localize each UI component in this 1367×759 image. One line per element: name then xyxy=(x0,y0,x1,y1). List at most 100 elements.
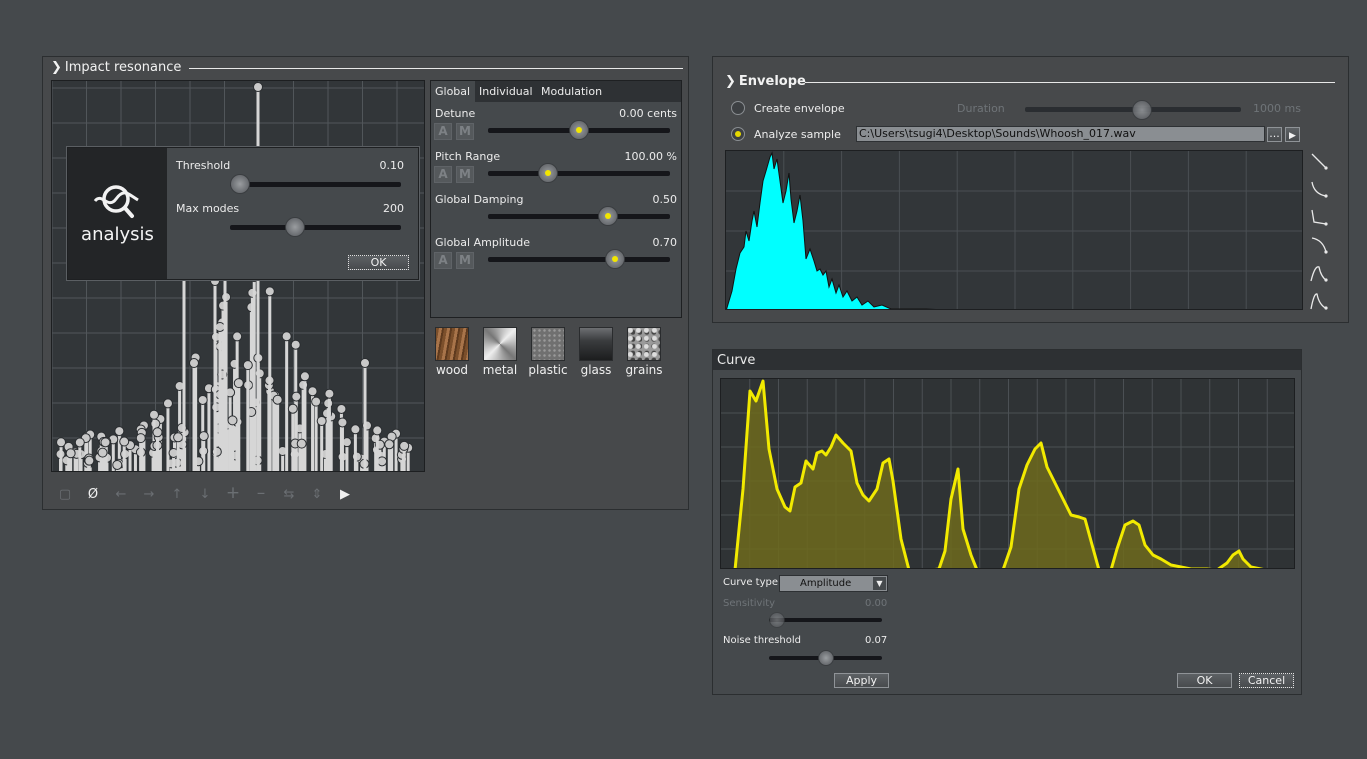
linear-decay-icon[interactable] xyxy=(1309,151,1329,171)
duration-slider-knob[interactable] xyxy=(1131,100,1152,120)
noise-threshold-slider-knob[interactable] xyxy=(817,650,834,666)
play-sample-button[interactable]: ▶ xyxy=(1285,127,1300,142)
mode-head xyxy=(214,321,225,332)
slow-decay-icon[interactable] xyxy=(1309,235,1329,255)
param-value: 0.70 xyxy=(652,236,678,249)
material-plastic-button[interactable]: plastic xyxy=(526,327,570,377)
global-params-box: Global Individual Modulation Detune 0.00 … xyxy=(430,80,682,318)
param-slider-knob[interactable] xyxy=(605,249,626,269)
max-modes-track[interactable] xyxy=(230,225,401,230)
duration-value: 1000 ms xyxy=(1253,102,1301,115)
analysis-dialog: analysis Threshold 0.10 Max modes 200 OK xyxy=(67,147,419,280)
param-track[interactable] xyxy=(488,171,670,176)
modulation-m-button[interactable]: M xyxy=(456,252,474,269)
sensitivity-value: 0.00 xyxy=(865,598,888,609)
param-track[interactable] xyxy=(488,214,670,219)
threshold-label: Threshold xyxy=(176,159,231,172)
mode-head xyxy=(65,448,76,459)
param-track[interactable] xyxy=(488,257,670,262)
mode-head xyxy=(290,339,301,350)
param-value: 0.50 xyxy=(652,193,678,206)
max-modes-slider-knob[interactable] xyxy=(284,217,305,237)
plus-icon[interactable]: + xyxy=(225,483,241,503)
edit-icon[interactable]: ▢ xyxy=(57,487,73,502)
mode-head xyxy=(149,409,160,420)
mode-head xyxy=(287,403,298,414)
envelope-graph[interactable] xyxy=(725,150,1303,310)
attack-decay-icon[interactable] xyxy=(1309,263,1329,283)
minus-icon[interactable]: – xyxy=(253,483,269,503)
curve-type-label: Curve type xyxy=(723,577,779,588)
curve-type-select[interactable]: Amplitude ▼ xyxy=(779,575,888,592)
envelope-panel: ❯ Envelope Create envelope Duration 1000… xyxy=(712,56,1349,323)
no-selection-icon[interactable]: Ø xyxy=(85,487,101,502)
mode-head xyxy=(399,440,410,451)
apply-button[interactable]: Apply xyxy=(834,673,889,688)
fast-decay-icon[interactable] xyxy=(1309,207,1329,227)
param-slider-knob[interactable] xyxy=(598,206,619,226)
mode-head xyxy=(189,358,199,369)
mode-head xyxy=(316,416,327,427)
play-icon[interactable]: ▶ xyxy=(337,487,353,502)
analysis-ok-button[interactable]: OK xyxy=(348,255,409,270)
mode-head xyxy=(84,455,95,466)
envelope-waveform-svg xyxy=(726,151,1302,309)
curve-header xyxy=(713,350,1301,370)
arrow-right-icon[interactable]: → xyxy=(141,487,157,502)
analysis-magnifier-icon xyxy=(93,185,139,218)
glass-texture-icon xyxy=(579,327,613,361)
mode-head xyxy=(227,415,238,426)
title-rule xyxy=(189,68,683,69)
mode-head xyxy=(119,436,130,447)
material-glass-button[interactable]: glass xyxy=(574,327,618,377)
modulation-m-button[interactable]: M xyxy=(456,166,474,183)
analyze-sample-label: Analyze sample xyxy=(754,128,841,141)
envelope-title: ❯ Envelope xyxy=(725,74,806,89)
analyze-sample-radio[interactable] xyxy=(731,127,745,141)
spread-icon[interactable]: ⇆ xyxy=(281,487,297,502)
mode-head xyxy=(162,398,173,409)
threshold-track[interactable] xyxy=(230,182,401,187)
automation-a-button[interactable]: A xyxy=(434,123,452,140)
tab-modulation[interactable]: Modulation xyxy=(541,85,602,98)
mode-head xyxy=(384,439,395,450)
material-wood-button[interactable]: wood xyxy=(430,327,474,377)
mode-head xyxy=(152,427,163,438)
threshold-slider-knob[interactable] xyxy=(230,174,251,194)
modulation-m-button[interactable]: M xyxy=(456,123,474,140)
mode-head xyxy=(233,378,244,389)
mode-head xyxy=(291,391,302,402)
arrow-up-icon[interactable]: ↑ xyxy=(169,487,185,502)
curve-cancel-button[interactable]: Cancel xyxy=(1239,673,1294,688)
sharp-attack-icon[interactable] xyxy=(1309,291,1329,311)
param-slider-knob[interactable] xyxy=(569,120,589,140)
sensitivity-slider-knob[interactable] xyxy=(769,612,785,628)
threshold-value: 0.10 xyxy=(379,159,405,172)
param-value: 100.00 % xyxy=(624,150,677,163)
curve-ok-button[interactable]: OK xyxy=(1177,673,1232,688)
arrow-left-icon[interactable]: ← xyxy=(113,487,129,502)
wood-texture-icon xyxy=(435,327,469,361)
exp-decay-icon[interactable] xyxy=(1309,179,1329,199)
arrow-down-icon[interactable]: ↓ xyxy=(197,487,213,502)
tab-individual[interactable]: Individual xyxy=(479,85,533,98)
analysis-logo: analysis xyxy=(68,148,167,279)
automation-a-button[interactable]: A xyxy=(434,166,452,183)
noise-threshold-value: 0.07 xyxy=(865,635,888,646)
distribute-icon[interactable]: ⇕ xyxy=(309,487,325,502)
material-label: wood xyxy=(435,363,469,377)
sensitivity-track[interactable] xyxy=(769,618,882,622)
noise-threshold-label: Noise threshold xyxy=(723,635,802,646)
mode-head xyxy=(198,431,209,442)
mode-head xyxy=(112,459,123,470)
param-label: Pitch Range xyxy=(435,150,501,163)
material-grains-button[interactable]: grains xyxy=(622,327,666,377)
create-envelope-radio[interactable] xyxy=(731,101,745,115)
param-slider-knob[interactable] xyxy=(538,163,559,183)
file-path-field[interactable]: C:\Users\tsugi4\Desktop\Sounds\Whoosh_01… xyxy=(856,126,1265,142)
automation-a-button[interactable]: A xyxy=(434,252,452,269)
material-metal-button[interactable]: metal xyxy=(478,327,522,377)
curve-type-value: Amplitude xyxy=(800,578,852,589)
curve-graph[interactable] xyxy=(720,378,1295,569)
browse-button[interactable]: ... xyxy=(1267,127,1282,142)
